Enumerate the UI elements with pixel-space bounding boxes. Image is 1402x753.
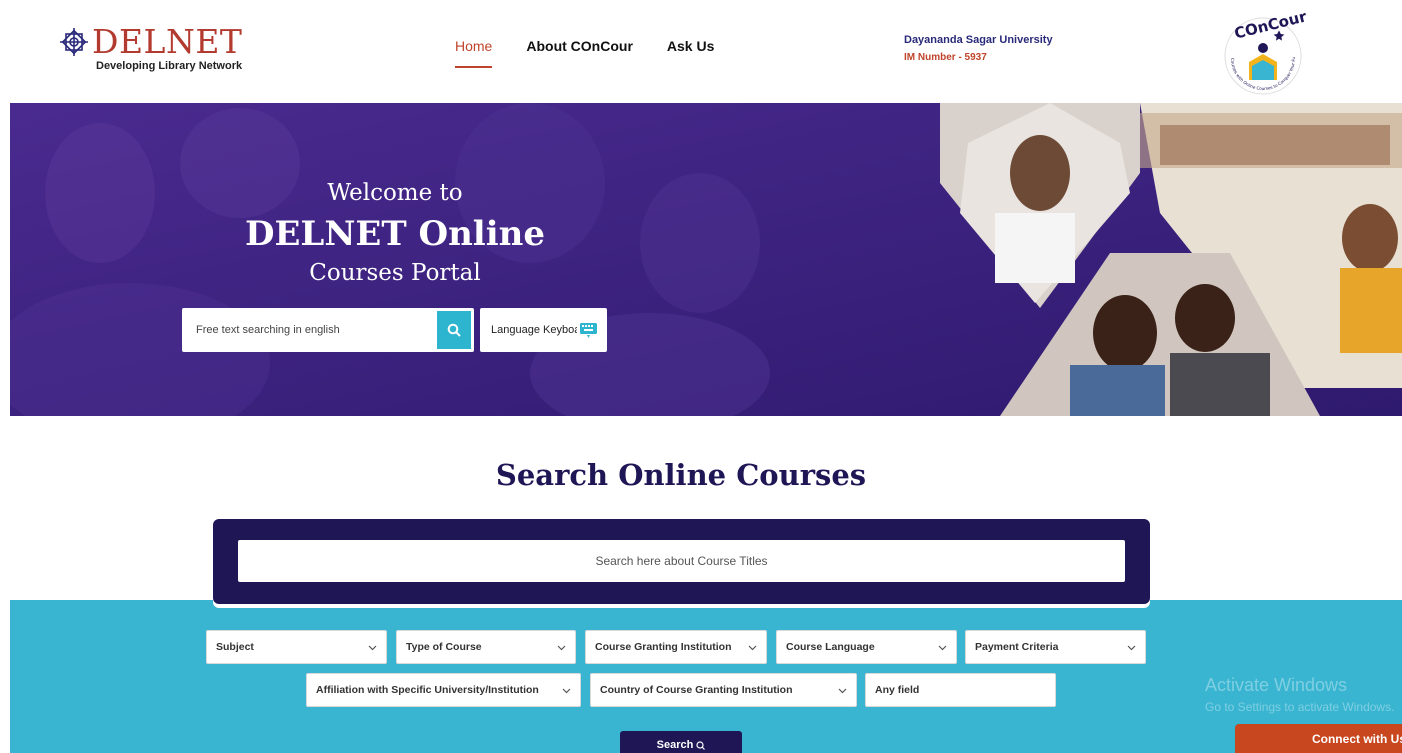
- hero-search-button[interactable]: [437, 311, 471, 349]
- filter-subject-select[interactable]: Subject: [206, 630, 387, 664]
- delnet-emblem-icon: [60, 28, 88, 56]
- activate-windows-watermark: Activate Windows Go to Settings to activ…: [1205, 675, 1394, 714]
- filter-payment-criteria-label: Payment Criteria: [975, 641, 1059, 653]
- search-icon: [447, 323, 461, 337]
- institution-info: Dayananda Sagar University IM Number - 5…: [904, 34, 1053, 63]
- language-keyboard-label: Language Keyboard: [491, 324, 577, 336]
- concour-logo[interactable]: COnCour Courses with Online Courses to C…: [1219, 10, 1307, 98]
- hero-heading: Welcome to DELNET Online Courses Portal: [180, 180, 610, 286]
- filter-affiliation-select[interactable]: Affiliation with Specific University/Ins…: [306, 673, 581, 707]
- filter-course-language-label: Course Language: [786, 641, 875, 653]
- filter-course-language-select[interactable]: Course Language: [776, 630, 957, 664]
- keyboard-icon: [580, 322, 597, 338]
- search-courses-label: Search: [656, 739, 694, 751]
- hero-title: DELNET Online: [245, 214, 545, 254]
- chevron-down-icon: [562, 688, 571, 693]
- chevron-down-icon: [838, 688, 847, 693]
- chevron-down-icon: [557, 645, 566, 650]
- language-keyboard-button[interactable]: Language Keyboard: [480, 308, 607, 352]
- nav-about-concour[interactable]: About COnCour: [526, 38, 633, 54]
- filter-affiliation-label: Affiliation with Specific University/Ins…: [316, 684, 539, 696]
- search-section-title: Search Online Courses: [495, 458, 867, 492]
- chevron-down-icon: [368, 645, 377, 650]
- any-field-input[interactable]: Any field: [865, 673, 1056, 707]
- connect-with-us-button[interactable]: Connect with Us: [1235, 724, 1402, 753]
- search-icon: [696, 741, 706, 750]
- free-text-search-placeholder: Free text searching in english: [196, 324, 340, 336]
- chevron-down-icon: [1127, 645, 1136, 650]
- hero-welcome: Welcome to: [327, 180, 463, 206]
- nav-home[interactable]: Home: [455, 38, 493, 68]
- site-header: DELNET Developing Library Network Home A…: [0, 0, 1402, 103]
- free-text-search-input[interactable]: Free text searching in english: [182, 308, 474, 352]
- logo-text: DELNET: [92, 22, 243, 61]
- filter-country-label: Country of Course Granting Institution: [600, 684, 793, 696]
- connect-with-us-label: Connect with Us: [1311, 731, 1402, 746]
- activate-windows-sub: Go to Settings to activate Windows.: [1205, 700, 1395, 714]
- hero-banner: Welcome to DELNET Online Courses Portal …: [10, 103, 1402, 416]
- delnet-logo[interactable]: DELNET Developing Library Network: [58, 22, 243, 72]
- filter-type-of-course-select[interactable]: Type of Course: [396, 630, 576, 664]
- filter-type-of-course-label: Type of Course: [406, 641, 482, 653]
- any-field-placeholder: Any field: [875, 684, 920, 696]
- filter-course-granting-institution-label: Course Granting Institution: [595, 641, 732, 653]
- chevron-down-icon: [748, 645, 757, 650]
- filter-subject-label: Subject: [216, 641, 254, 653]
- search-courses-button[interactable]: Search: [620, 731, 742, 753]
- filter-country-select[interactable]: Country of Course Granting Institution: [590, 673, 857, 707]
- activate-windows-title: Activate Windows: [1205, 675, 1348, 695]
- chevron-down-icon: [938, 645, 947, 650]
- filter-course-granting-institution-select[interactable]: Course Granting Institution: [585, 630, 767, 664]
- main-nav: Home About COnCour Ask Us: [455, 38, 714, 68]
- nav-ask-us[interactable]: Ask Us: [667, 38, 714, 54]
- logo-tagline: Developing Library Network: [96, 60, 243, 72]
- filter-payment-criteria-select[interactable]: Payment Criteria: [965, 630, 1146, 664]
- institution-name: Dayananda Sagar University: [904, 34, 1053, 46]
- course-title-search-input[interactable]: Search here about Course Titles: [238, 540, 1125, 582]
- hero-subtitle: Courses Portal: [309, 260, 481, 286]
- im-number: IM Number - 5937: [904, 52, 987, 63]
